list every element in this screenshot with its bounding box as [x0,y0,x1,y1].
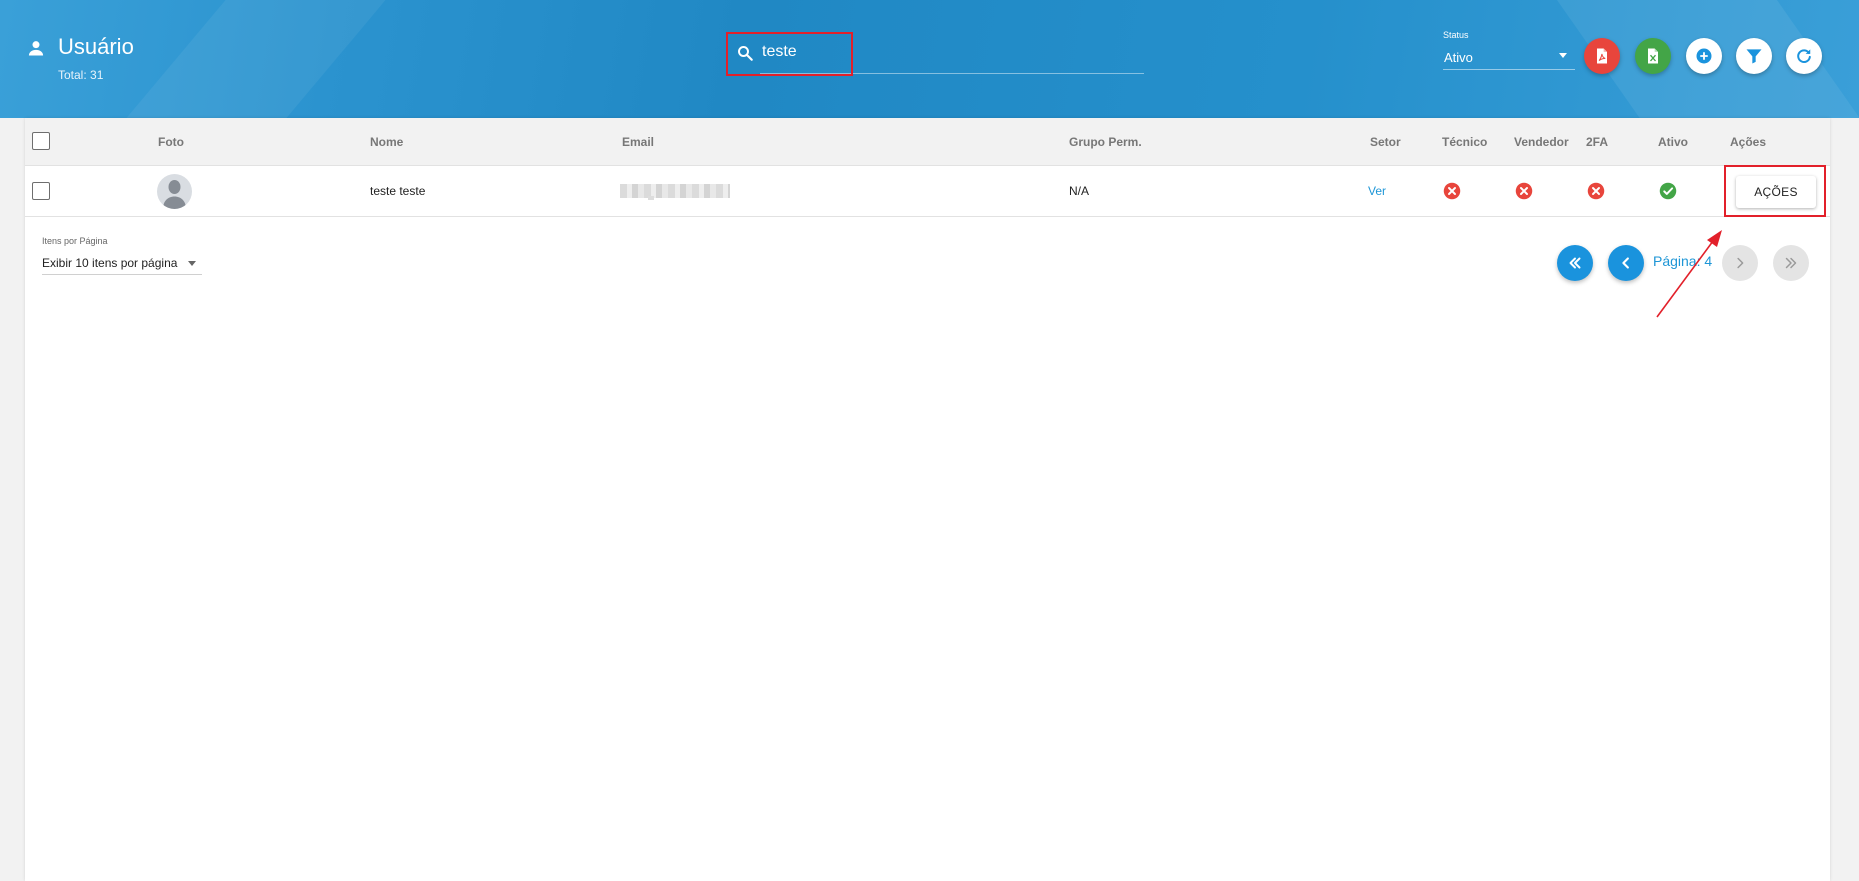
chevron-down-icon [188,261,196,266]
row-checkbox[interactable] [32,182,50,200]
column-header-ativo[interactable]: Ativo [1658,135,1688,149]
avatar [157,174,192,209]
cell-grupo-perm: N/A [1069,184,1090,198]
acoes-highlight-box [1724,165,1826,217]
2fa-x-circle-icon [1587,182,1605,200]
column-header-vendedor[interactable]: Vendedor [1514,135,1569,149]
column-header-email[interactable]: Email [622,135,654,149]
user-icon [28,41,44,56]
next-page-button[interactable] [1722,245,1758,281]
add-button[interactable] [1686,38,1722,74]
user-placeholder-icon [163,180,186,209]
tecnico-x-circle-icon [1443,182,1461,200]
double-chevron-right-icon [1785,257,1797,269]
status-select[interactable]: Status Ativo [1443,30,1575,70]
current-page-label: Página: 4 [1653,253,1713,269]
refresh-icon [1797,49,1811,63]
ativo-check-circle-icon [1659,182,1677,200]
table-header: Foto Nome Email Grupo Perm. Setor Técnic… [25,118,1830,166]
select-all-checkbox[interactable] [32,132,50,150]
total-count: Total: 31 [58,68,104,82]
chevron-left-icon [1622,257,1629,269]
page-header: Usuário Total: 31 Status Ativo [0,0,1859,118]
items-per-page-select[interactable]: Exibir 10 itens por página [42,253,202,275]
users-table-card: Foto Nome Email Grupo Perm. Setor Técnic… [25,118,1830,881]
excel-icon [1648,48,1658,64]
refresh-button[interactable] [1786,38,1822,74]
search-highlight-box [726,32,853,76]
column-header-setor[interactable]: Setor [1370,135,1401,149]
items-per-page[interactable]: Itens por Página Exibir 10 itens por pág… [42,236,202,275]
last-page-button[interactable] [1773,245,1809,281]
pdf-export-button[interactable] [1584,38,1620,74]
filter-icon [1746,49,1762,64]
cell-email-redacted [620,184,730,198]
search-box[interactable] [726,32,1144,76]
setor-ver-link[interactable]: Ver [1368,184,1386,198]
first-page-button[interactable] [1557,245,1593,281]
items-per-page-label: Itens por Página [42,236,108,246]
chevron-down-icon [1559,53,1567,58]
column-header-grupo-perm[interactable]: Grupo Perm. [1069,135,1142,149]
double-chevron-left-icon [1569,257,1581,269]
column-header-2fa[interactable]: 2FA [1586,135,1608,149]
pdf-icon [1597,48,1607,64]
excel-export-button[interactable] [1635,38,1671,74]
vendedor-x-circle-icon [1515,182,1533,200]
chevron-right-icon [1737,257,1744,269]
column-header-nome[interactable]: Nome [370,135,403,149]
column-header-acoes: Ações [1730,135,1767,149]
column-header-tecnico[interactable]: Técnico [1442,135,1487,149]
status-label: Status [1443,30,1469,40]
cell-nome: teste teste [370,184,426,198]
items-per-page-value: Exibir 10 itens por página [42,256,178,270]
plus-circle-icon [1696,48,1712,64]
page-title: Usuário [58,34,134,59]
filter-button[interactable] [1736,38,1772,74]
previous-page-button[interactable] [1608,245,1644,281]
column-header-foto[interactable]: Foto [158,135,184,149]
table-row[interactable]: teste teste N/A Ver AÇÕES [25,165,1830,217]
status-value: Ativo [1444,50,1473,65]
